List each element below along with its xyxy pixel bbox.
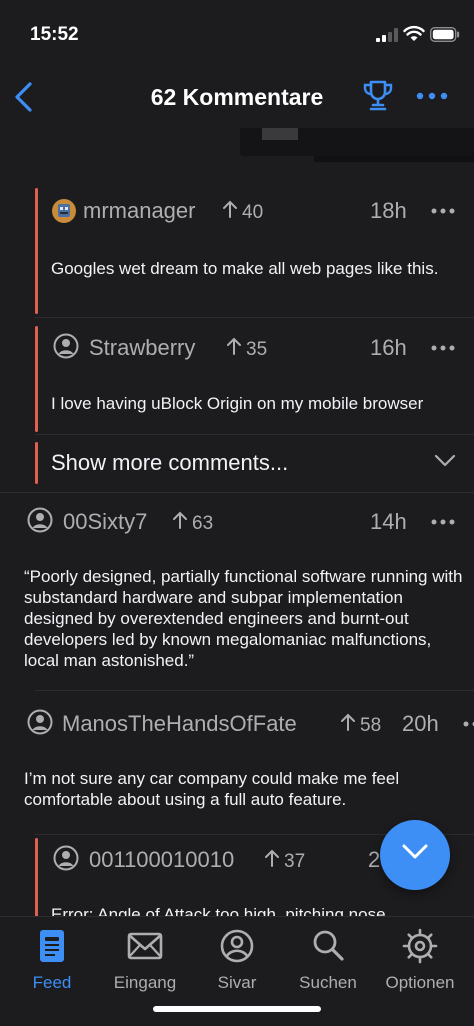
- default-avatar-icon: [53, 333, 79, 359]
- comment-score: 58: [340, 713, 381, 737]
- comment-score: 40: [222, 200, 263, 224]
- default-avatar-icon: [53, 845, 79, 871]
- comment-username[interactable]: ManosTheHandsOfFate: [62, 711, 297, 737]
- tab-feed-label: Feed: [32, 973, 72, 992]
- comment-score-value: 58: [360, 715, 382, 736]
- feed-icon: [40, 930, 64, 962]
- trophy-icon[interactable]: [362, 79, 394, 113]
- status-bar: 15:52: [0, 0, 474, 62]
- avatar: [52, 199, 76, 223]
- tab-suchen-label: Suchen: [299, 973, 357, 992]
- gear-icon: [402, 928, 438, 964]
- battery-icon: [430, 27, 460, 42]
- comment-age: 2: [368, 847, 381, 872]
- page-title: 62 Kommentare: [150, 84, 324, 110]
- comment-more-icon[interactable]: [462, 720, 474, 728]
- divider: [35, 690, 474, 691]
- chevron-down-icon: [434, 454, 456, 467]
- comment-score-value: 37: [284, 851, 306, 872]
- comment[interactable]: mrmanager 40 18h Googles wet dream to ma…: [0, 188, 474, 318]
- default-avatar-icon: [27, 507, 53, 533]
- comment-score: 63: [172, 511, 213, 535]
- tab-feed[interactable]: Feed: [7, 927, 97, 993]
- tab-sivar[interactable]: Sivar: [192, 927, 282, 993]
- comment[interactable]: ManosTheHandsOfFate 58 20h I’m not sure …: [0, 702, 474, 835]
- wifi-icon: [403, 25, 425, 41]
- tab-eingang[interactable]: Eingang: [100, 927, 190, 993]
- home-indicator[interactable]: [153, 1006, 321, 1012]
- thread-indicator: [35, 188, 38, 314]
- tab-optionen[interactable]: Optionen: [375, 927, 465, 993]
- comment-age: 14h: [370, 509, 407, 534]
- status-time: 15:52: [30, 24, 79, 45]
- search-icon: [313, 930, 344, 961]
- comment-score-value: 35: [246, 339, 268, 360]
- divider: [35, 434, 474, 435]
- comment-username[interactable]: Strawberry: [89, 335, 195, 361]
- thread-indicator: [35, 442, 38, 484]
- comment-username[interactable]: 00Sixty7: [63, 509, 147, 535]
- comment[interactable]: 00Sixty7 63 14h “Poorly designed, partia…: [0, 500, 474, 691]
- comment-score-value: 63: [192, 513, 214, 534]
- comment-score: 37: [264, 849, 305, 873]
- next-comment-button[interactable]: [380, 820, 450, 890]
- thread-indicator: [35, 326, 38, 432]
- comment-body: “Poorly designed, partially functional s…: [24, 567, 463, 670]
- user-icon: [220, 929, 254, 963]
- show-more-label: Show more comments...: [51, 450, 289, 475]
- tab-sivar-label: Sivar: [217, 973, 257, 992]
- tab-suchen[interactable]: Suchen: [283, 927, 373, 993]
- divider: [35, 317, 474, 318]
- upvote-arrow-icon: [265, 849, 279, 867]
- chevron-down-icon: [402, 844, 428, 859]
- comment-username[interactable]: mrmanager: [83, 198, 195, 224]
- upvote-arrow-icon: [173, 511, 187, 529]
- comment-body: Error: Angle of Attack too high, pitchin…: [51, 905, 386, 916]
- upvote-arrow-icon: [341, 713, 355, 731]
- thread-indicator: [35, 838, 38, 916]
- more-options-icon[interactable]: [416, 92, 448, 100]
- show-more-comments-button[interactable]: Show more comments...: [0, 442, 474, 493]
- comment-age: 18h: [370, 198, 407, 223]
- navigation-bar: 62 Kommentare: [0, 62, 474, 128]
- comment-age: 20h: [402, 711, 439, 736]
- envelope-icon: [127, 932, 163, 960]
- default-avatar-icon: [27, 709, 53, 735]
- comment-more-icon[interactable]: [430, 207, 456, 215]
- comment[interactable]: Strawberry 35 16h I love having uBlock O…: [0, 326, 474, 436]
- comment-more-icon[interactable]: [430, 344, 456, 352]
- comment-score: 35: [226, 337, 267, 361]
- signal-icon: [376, 28, 398, 42]
- comments-list[interactable]: mrmanager 40 18h Googles wet dream to ma…: [0, 128, 474, 916]
- tab-optionen-label: Optionen: [385, 973, 455, 992]
- comment-age: 16h: [370, 335, 407, 360]
- comment-body: I’m not sure any car company could make …: [24, 769, 400, 809]
- comment-body: I love having uBlock Origin on my mobile…: [51, 394, 424, 413]
- tab-eingang-label: Eingang: [113, 973, 177, 992]
- comment-username[interactable]: 001100010010: [89, 847, 234, 873]
- embedded-image-thumbnail: [262, 128, 298, 140]
- divider: [0, 492, 474, 493]
- comment-more-icon[interactable]: [430, 518, 456, 526]
- comment-score-value: 40: [242, 202, 264, 223]
- upvote-arrow-icon: [227, 337, 241, 355]
- comment-body: Googles wet dream to make all web pages …: [51, 259, 439, 278]
- upvote-arrow-icon: [223, 200, 237, 218]
